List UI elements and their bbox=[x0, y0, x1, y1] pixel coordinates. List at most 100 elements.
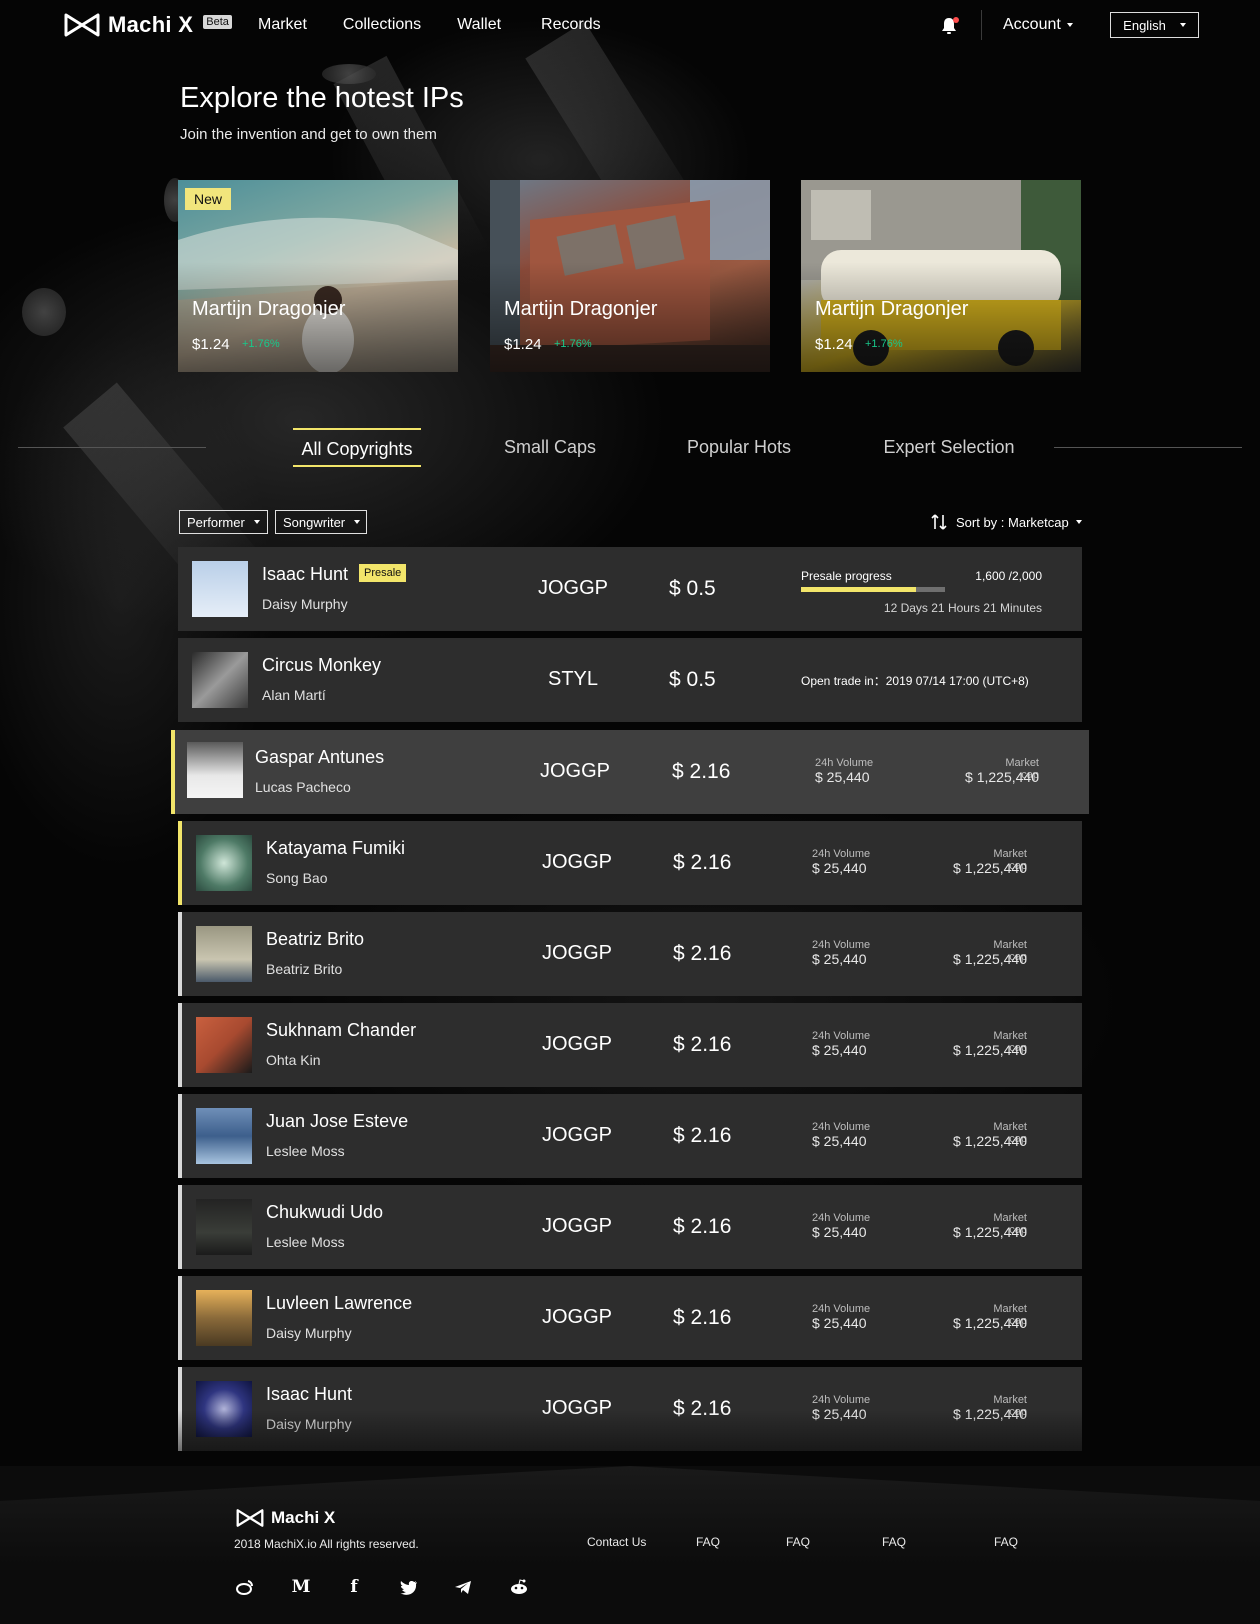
market-cap-value: $ 1,225,440 bbox=[953, 1315, 1027, 1331]
volume-label: 24h Volume bbox=[812, 1121, 871, 1133]
performer-label: Performer bbox=[187, 514, 245, 530]
list-item[interactable]: Luvleen Lawrence Daisy Murphy JOGGP $ 2.… bbox=[178, 1276, 1082, 1360]
tab-divider-left bbox=[18, 447, 206, 448]
weibo-icon[interactable] bbox=[235, 1577, 255, 1597]
songwriter-filter[interactable]: Songwriter bbox=[275, 510, 367, 534]
list-item[interactable]: Beatriz Brito Beatriz Brito JOGGP $ 2.16… bbox=[178, 912, 1082, 996]
footer-link-faq[interactable]: FAQ bbox=[882, 1535, 906, 1549]
market-cap-value: $ 1,225,440 bbox=[953, 1224, 1027, 1240]
list-item[interactable]: Isaac Hunt Daisy Murphy JOGGP $ 2.16 24h… bbox=[178, 1367, 1082, 1451]
card-change: +1.76% bbox=[865, 338, 903, 350]
tab-divider-right bbox=[1054, 447, 1242, 448]
stage-light bbox=[322, 64, 376, 84]
footer-link-faq[interactable]: FAQ bbox=[696, 1535, 720, 1549]
item-title: Katayama Fumiki bbox=[266, 838, 406, 858]
volume-label: 24h Volume bbox=[812, 1303, 871, 1315]
copyright: 2018 MachiX.io All rights reserved. bbox=[234, 1537, 419, 1551]
item-price: $ 2.16 bbox=[673, 1397, 732, 1420]
item-title: Gaspar Antunes bbox=[255, 747, 385, 767]
footer-link-faq[interactable]: FAQ bbox=[786, 1535, 810, 1549]
list-item[interactable]: Circus Monkey Alan Martí STYL $ 0.5 Open… bbox=[178, 638, 1082, 722]
performer-filter[interactable]: Performer bbox=[179, 510, 268, 534]
item-price: $ 2.16 bbox=[673, 942, 732, 965]
item-title: Circus Monkey bbox=[262, 655, 382, 675]
hero-subtitle: Join the invention and get to own them bbox=[180, 126, 437, 143]
item-code: JOGGP bbox=[541, 1124, 612, 1146]
nav-records[interactable]: Records bbox=[541, 16, 601, 34]
item-title: Juan Jose Esteve bbox=[266, 1111, 409, 1131]
sort-control[interactable]: Sort by : Marketcap bbox=[930, 513, 1082, 531]
list-item[interactable]: Isaac Hunt Presale Daisy Murphy JOGGP $ … bbox=[178, 547, 1082, 631]
tab-all-copyrights[interactable]: All Copyrights bbox=[293, 428, 421, 467]
item-artist: Beatriz Brito bbox=[266, 961, 343, 977]
nav-collections[interactable]: Collections bbox=[343, 16, 421, 34]
item-price: $ 2.16 bbox=[673, 1215, 732, 1238]
item-title: Chukwudi Udo bbox=[266, 1202, 384, 1222]
featured-card[interactable]: Martijn Dragonjer $1.24 +1.76% bbox=[490, 180, 770, 372]
list-item[interactable]: Katayama Fumiki Song Bao JOGGP $ 2.16 24… bbox=[178, 821, 1082, 905]
logo[interactable]: Machi X Beta bbox=[64, 12, 232, 38]
market-cap-value: $ 1,225,440 bbox=[953, 1042, 1027, 1058]
list-item[interactable]: Chukwudi Udo Leslee Moss JOGGP $ 2.16 24… bbox=[178, 1185, 1082, 1269]
footer-link-faq[interactable]: FAQ bbox=[994, 1535, 1018, 1549]
list-item[interactable]: Gaspar Antunes Lucas Pacheco JOGGP $ 2.1… bbox=[171, 730, 1089, 814]
card-title: Martijn Dragonjer bbox=[192, 298, 346, 320]
thumbnail bbox=[187, 742, 243, 798]
footer-logo[interactable]: Machi X bbox=[236, 1508, 335, 1528]
reddit-icon[interactable] bbox=[509, 1577, 529, 1597]
presale-progress-bar bbox=[801, 587, 945, 592]
presale-count: 1,600 /2,000 bbox=[975, 569, 1042, 583]
top-navigation: Machi X Beta Market Collections Wallet R… bbox=[0, 0, 1260, 52]
thumbnail bbox=[196, 1290, 252, 1346]
tab-popular-hots[interactable]: Popular Hots bbox=[676, 428, 802, 467]
item-price: $ 2.16 bbox=[673, 1124, 732, 1147]
language-label: English bbox=[1123, 17, 1166, 33]
account-label: Account bbox=[1003, 16, 1061, 33]
chevron-down-icon bbox=[253, 520, 260, 524]
header-divider bbox=[981, 10, 982, 40]
market-cap-value: $ 1,225,440 bbox=[953, 860, 1027, 876]
item-code: JOGGP bbox=[541, 1215, 612, 1237]
item-price: $ 0.5 bbox=[669, 577, 716, 600]
hero-title: Explore the hotest IPs bbox=[180, 82, 464, 114]
market-cap-value: $ 1,225,440 bbox=[953, 951, 1027, 967]
item-artist: Daisy Murphy bbox=[266, 1416, 352, 1432]
list-item[interactable]: Sukhnam Chander Ohta Kin JOGGP $ 2.16 24… bbox=[178, 1003, 1082, 1087]
item-title: Isaac Hunt bbox=[266, 1384, 353, 1404]
item-artist: Alan Martí bbox=[262, 687, 326, 703]
item-artist: Daisy Murphy bbox=[266, 1325, 352, 1341]
language-select[interactable]: English bbox=[1110, 12, 1199, 38]
nav-market[interactable]: Market bbox=[258, 16, 307, 34]
volume-label: 24h Volume bbox=[812, 1394, 871, 1406]
featured-card[interactable]: New Martijn Dragonjer $1.24 +1.76% bbox=[178, 180, 458, 372]
telegram-icon[interactable] bbox=[453, 1577, 473, 1597]
item-price: $ 2.16 bbox=[672, 760, 731, 783]
tab-small-caps[interactable]: Small Caps bbox=[494, 428, 606, 467]
tab-expert-selection[interactable]: Expert Selection bbox=[872, 428, 1026, 467]
medium-icon[interactable]: M bbox=[291, 1577, 311, 1597]
footer-link-contact[interactable]: Contact Us bbox=[587, 1535, 646, 1549]
thumbnail bbox=[192, 652, 248, 708]
machi-x-logo-icon bbox=[236, 1509, 264, 1527]
volume-label: 24h Volume bbox=[812, 848, 871, 860]
presale-progress-label: Presale progress bbox=[801, 569, 892, 583]
item-price: $ 2.16 bbox=[673, 1306, 732, 1329]
item-artist: Leslee Moss bbox=[266, 1234, 345, 1250]
market-cap-value: $ 1,225,440 bbox=[953, 1406, 1027, 1422]
facebook-icon[interactable]: f bbox=[344, 1577, 364, 1597]
nav-wallet[interactable]: Wallet bbox=[457, 16, 501, 34]
account-menu[interactable]: Account bbox=[1003, 16, 1073, 34]
list-item[interactable]: Juan Jose Esteve Leslee Moss JOGGP $ 2.1… bbox=[178, 1094, 1082, 1178]
footer-backdrop bbox=[0, 1466, 1260, 1566]
twitter-icon[interactable] bbox=[399, 1577, 419, 1597]
item-code: JOGGP bbox=[541, 1397, 612, 1419]
volume-value: $ 25,440 bbox=[812, 860, 867, 876]
chevron-down-icon bbox=[1179, 23, 1186, 27]
featured-card[interactable]: Martijn Dragonjer $1.24 +1.76% bbox=[801, 180, 1081, 372]
item-code: STYL bbox=[547, 668, 599, 690]
market-cap-value: $ 1,225,440 bbox=[965, 769, 1039, 785]
thumbnail bbox=[196, 835, 252, 891]
volume-value: $ 25,440 bbox=[815, 769, 870, 785]
item-title: Beatriz Brito bbox=[266, 929, 365, 949]
volume-label: 24h Volume bbox=[812, 1212, 871, 1224]
